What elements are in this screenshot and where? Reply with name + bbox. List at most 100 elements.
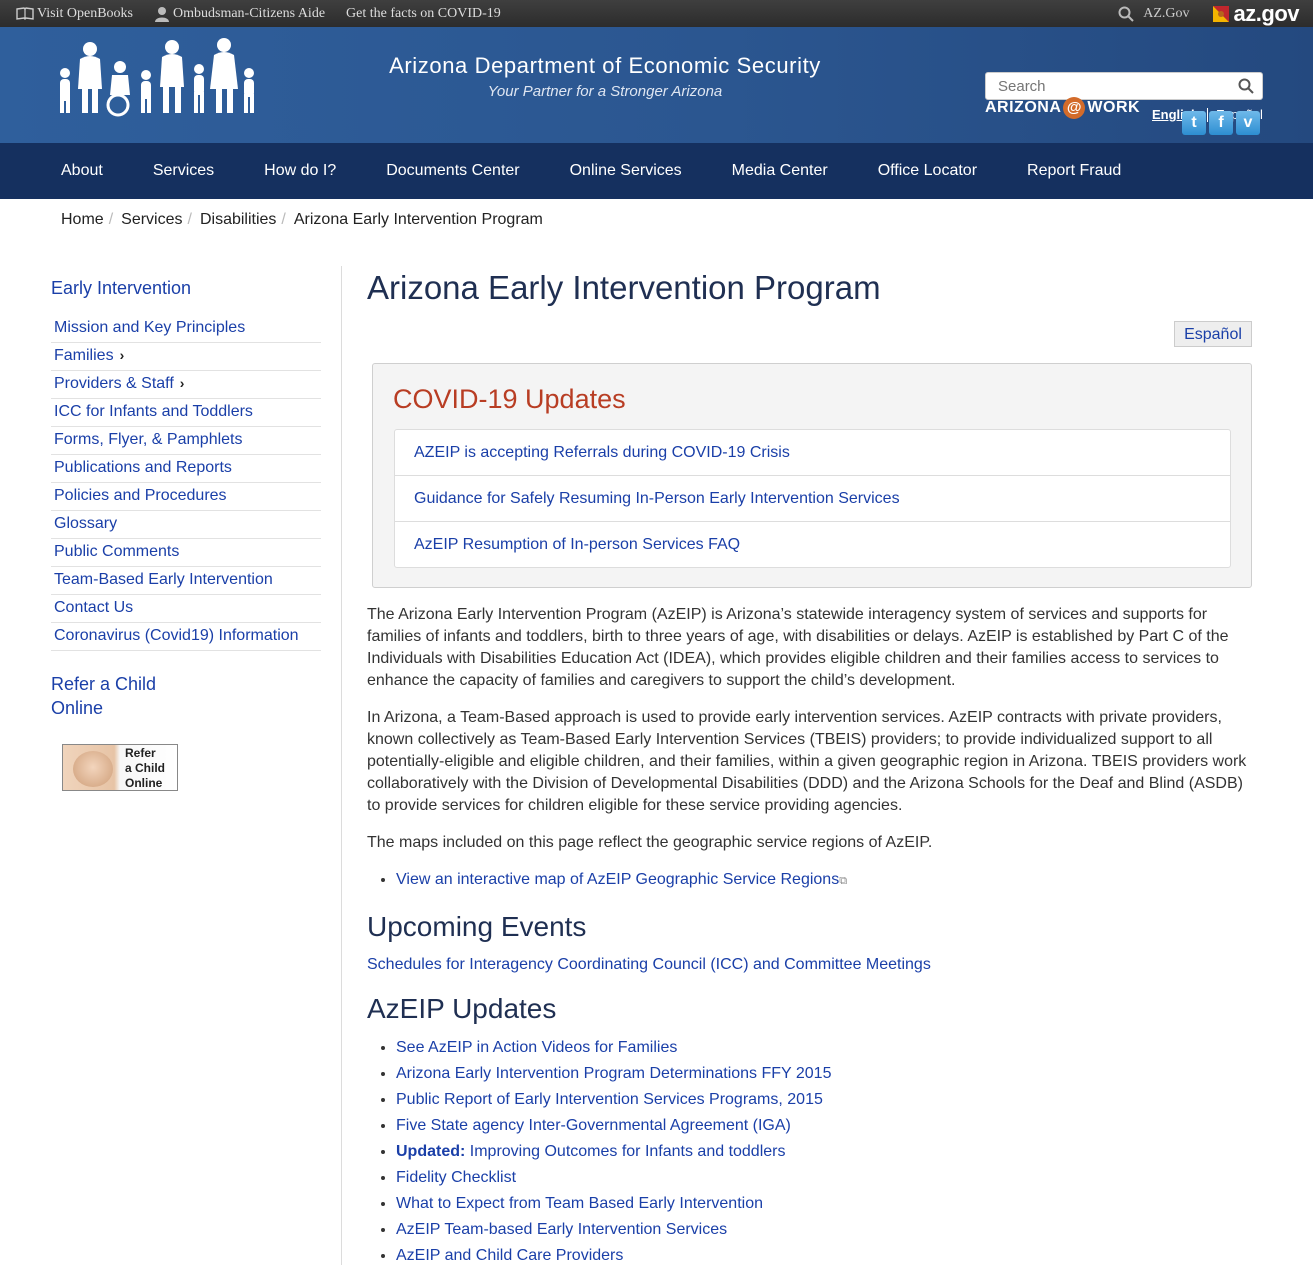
- update-link: AzEIP and Child Care Providers: [396, 1247, 624, 1264]
- icc-schedule-link[interactable]: Schedules for Interagency Coordinating C…: [367, 956, 931, 973]
- azwork-at-symbol: @: [1063, 97, 1086, 119]
- sidebar-menu: Mission and Key Principles Families › Pro…: [51, 315, 321, 651]
- sidebar-item-icc[interactable]: ICC for Infants and Toddlers: [51, 399, 321, 427]
- nav-report-fraud[interactable]: Report Fraud: [1002, 162, 1146, 180]
- sidebar-item-policies[interactable]: Policies and Procedures: [51, 483, 321, 511]
- azgov-logo[interactable]: az.gov: [1212, 0, 1300, 27]
- facebook-icon[interactable]: f: [1209, 111, 1233, 135]
- breadcrumb-home[interactable]: Home: [61, 211, 104, 229]
- search-input[interactable]: [996, 76, 1230, 96]
- sidebar-item-glossary[interactable]: Glossary: [51, 511, 321, 539]
- refer-line-2: Online: [51, 698, 104, 718]
- sidebar-item-team-based[interactable]: Team-Based Early Intervention: [51, 567, 321, 595]
- social-links: t f v: [1182, 111, 1263, 135]
- sidebar-item-families[interactable]: Families ›: [51, 343, 321, 371]
- sidebar-item-forms[interactable]: Forms, Flyer, & Pamphlets: [51, 427, 321, 455]
- refer-child-link[interactable]: Refer a Child Online: [51, 672, 321, 720]
- arizona-at-work-logo[interactable]: ARIZONA @ WORK: [985, 97, 1140, 119]
- sidebar-title[interactable]: Early Intervention: [51, 278, 321, 299]
- main-nav: About Services How do I? Documents Cente…: [0, 143, 1313, 199]
- list-item[interactable]: Arizona Early Intervention Program Deter…: [396, 1063, 831, 1089]
- nav-about[interactable]: About: [0, 162, 128, 180]
- sidebar-item-label: Forms, Flyer, & Pamphlets: [54, 431, 243, 448]
- book-icon: [16, 7, 34, 20]
- baby-photo: [73, 751, 113, 787]
- search-icon[interactable]: [1238, 78, 1254, 94]
- nav-office-locator[interactable]: Office Locator: [853, 162, 1002, 180]
- refer-child-banner[interactable]: Refer a Child Online: [62, 744, 178, 791]
- team-based-paragraph: In Arizona, a Team-Based approach is use…: [367, 709, 1247, 814]
- nav-documents-center[interactable]: Documents Center: [361, 162, 544, 180]
- sidebar-item-mission[interactable]: Mission and Key Principles: [51, 315, 321, 343]
- azwork-left-text: ARIZONA: [985, 99, 1062, 116]
- refer-banner-text: Refer a Child Online: [125, 746, 165, 791]
- nav-services[interactable]: Services: [128, 162, 239, 180]
- sidebar-item-coronavirus[interactable]: Coronavirus (Covid19) Information: [51, 623, 321, 651]
- update-link: Improving Outcomes for Infants and toddl…: [465, 1143, 786, 1160]
- covid-updates-panel: COVID-19 Updates AZEIP is accepting Refe…: [372, 363, 1252, 588]
- chevron-right-icon: ›: [119, 347, 125, 363]
- covid-link[interactable]: AzEIP Resumption of In-person Services F…: [395, 522, 1230, 567]
- update-link: Public Report of Early Intervention Serv…: [396, 1091, 823, 1108]
- sidebar-item-providers[interactable]: Providers & Staff ›: [51, 371, 321, 399]
- openbooks-link[interactable]: Visit OpenBooks: [16, 6, 133, 22]
- sidebar-item-label: Providers & Staff: [54, 375, 174, 392]
- search-box: [985, 72, 1263, 100]
- update-link: What to Expect from Team Based Early Int…: [396, 1195, 763, 1212]
- twitter-icon[interactable]: t: [1182, 111, 1206, 135]
- sidebar-item-contact[interactable]: Contact Us: [51, 595, 321, 623]
- sidebar-item-public-comments[interactable]: Public Comments: [51, 539, 321, 567]
- ombudsman-link[interactable]: Ombudsman-Citizens Aide: [154, 6, 325, 22]
- column-divider: [341, 266, 342, 1265]
- azeip-updates-heading: AzEIP Updates: [367, 993, 557, 1024]
- upcoming-events-heading: Upcoming Events: [367, 911, 587, 942]
- update-link: Fidelity Checklist: [396, 1169, 517, 1186]
- azgov-label: AZ.Gov: [1143, 5, 1190, 21]
- azwork-right-text: WORK: [1087, 99, 1141, 116]
- intro-paragraph: The Arizona Early Intervention Program (…: [367, 606, 1229, 689]
- arizona-flag-icon: [1212, 5, 1229, 22]
- sidebar-item-label: ICC for Infants and Toddlers: [54, 403, 253, 420]
- sidebar-item-label: Glossary: [54, 515, 118, 532]
- list-item[interactable]: Fidelity Checklist: [396, 1167, 831, 1193]
- nav-how-do-i[interactable]: How do I?: [239, 162, 361, 180]
- breadcrumb-disabilities[interactable]: Disabilities: [200, 211, 276, 229]
- breadcrumb-current: Arizona Early Intervention Program: [293, 211, 543, 228]
- nav-online-services[interactable]: Online Services: [545, 162, 707, 180]
- breadcrumb: Home / Services / Disabilities / Arizona Ea…: [61, 211, 543, 229]
- map-link-list: View an interactive map of AzEIP Geograp…: [378, 869, 847, 895]
- external-link-icon: ⧉: [839, 875, 848, 887]
- update-link: Arizona Early Intervention Program Deter…: [396, 1065, 832, 1082]
- list-item[interactable]: Public Report of Early Intervention Serv…: [396, 1089, 831, 1115]
- list-item[interactable]: Updated: Improving Outcomes for Infants …: [396, 1141, 831, 1167]
- covid-facts-link[interactable]: Get the facts on COVID-19: [346, 6, 501, 22]
- covid-link-list: AZEIP is accepting Referrals during COVI…: [394, 429, 1231, 568]
- update-link: See AzEIP in Action Videos for Families: [396, 1039, 678, 1056]
- covid-link[interactable]: AZEIP is accepting Referrals during COVI…: [395, 430, 1230, 476]
- list-item[interactable]: See AzEIP in Action Videos for Families: [396, 1037, 831, 1063]
- events-row: Schedules for Interagency Coordinating C…: [367, 954, 1252, 976]
- list-item[interactable]: AzEIP Team-based Early Intervention Serv…: [396, 1219, 831, 1245]
- sidebar: Early Intervention Mission and Key Princ…: [51, 278, 321, 720]
- interactive-map-link[interactable]: View an interactive map of AzEIP Geograp…: [396, 871, 839, 888]
- sidebar-item-publications[interactable]: Publications and Reports: [51, 455, 321, 483]
- list-item[interactable]: AzEIP and Child Care Providers: [396, 1245, 831, 1271]
- refer-banner-line: Refer: [125, 746, 156, 760]
- azgov-search-link[interactable]: AZ.Gov: [1118, 5, 1190, 22]
- azgov-logo-text: az.gov: [1233, 0, 1300, 26]
- covid-updates-title: COVID-19 Updates: [393, 384, 626, 414]
- main-content: Arizona Early Intervention Program Españ…: [367, 266, 1252, 1264]
- updates-list: See AzEIP in Action Videos for Families …: [378, 1037, 831, 1271]
- vimeo-icon[interactable]: v: [1236, 111, 1260, 135]
- sidebar-item-label: Families: [54, 347, 114, 364]
- list-item[interactable]: What to Expect from Team Based Early Int…: [396, 1193, 831, 1219]
- updated-label: Updated:: [396, 1143, 466, 1160]
- nav-media-center[interactable]: Media Center: [707, 162, 853, 180]
- covid-link[interactable]: Guidance for Safely Resuming In-Person E…: [395, 476, 1230, 522]
- breadcrumb-separator: /: [281, 211, 286, 228]
- list-item[interactable]: Five State agency Inter-Governmental Agr…: [396, 1115, 831, 1141]
- breadcrumb-services[interactable]: Services: [121, 211, 182, 229]
- search-icon: [1118, 6, 1134, 22]
- breadcrumb-separator: /: [187, 211, 192, 228]
- espanol-button[interactable]: Español: [1174, 321, 1252, 347]
